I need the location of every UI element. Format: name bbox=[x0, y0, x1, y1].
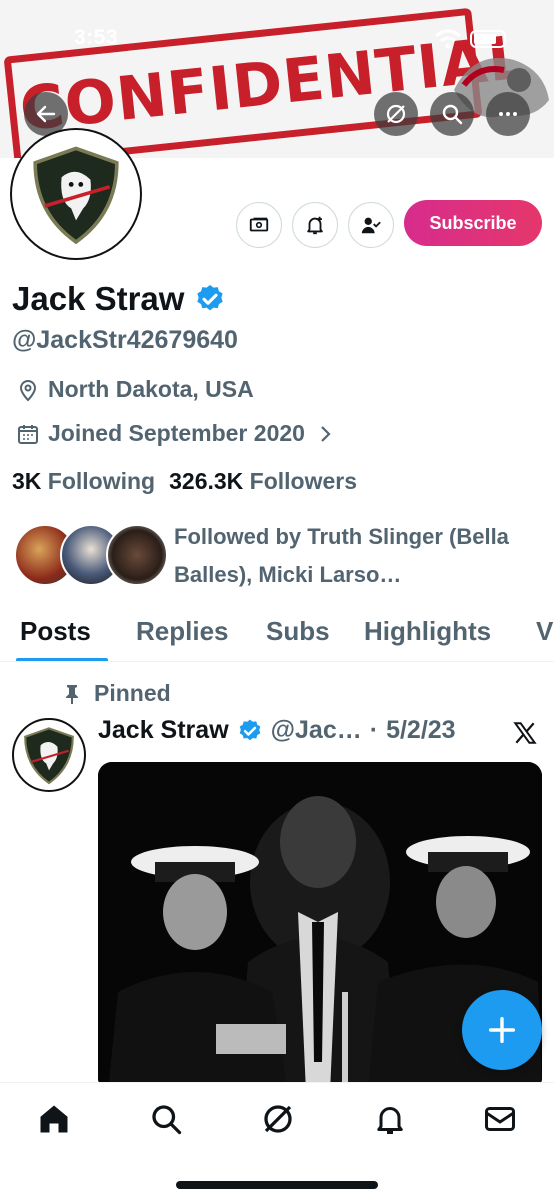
tip-button[interactable] bbox=[236, 202, 282, 248]
follower-avatar bbox=[106, 524, 168, 586]
joined-text: Joined September 2020 bbox=[48, 420, 305, 446]
pinned-text: Pinned bbox=[94, 680, 171, 706]
post-separator: · bbox=[369, 716, 379, 744]
verified-badge-icon[interactable] bbox=[194, 283, 226, 315]
active-tab-indicator bbox=[16, 658, 108, 661]
joined-row[interactable]: Joined September 2020 bbox=[16, 420, 337, 447]
compose-post-button[interactable] bbox=[462, 990, 542, 1070]
post-header: Jack Straw @Jac… · 5/2/23 bbox=[98, 716, 456, 745]
followed-by-avatars[interactable] bbox=[14, 524, 168, 588]
profile-name: Jack Straw bbox=[12, 280, 185, 317]
grok-button[interactable] bbox=[374, 92, 418, 136]
following-count: 3K bbox=[12, 468, 42, 494]
post-date[interactable]: 5/2/23 bbox=[386, 716, 456, 745]
ghost-shield-logo bbox=[33, 146, 119, 245]
tab-replies[interactable]: Replies bbox=[136, 616, 229, 647]
verified-badge-icon bbox=[239, 719, 260, 740]
ghost-shield-logo bbox=[24, 727, 74, 785]
tab-posts[interactable]: Posts bbox=[20, 616, 91, 647]
slash-circle-icon bbox=[264, 1105, 292, 1133]
profile-name-row: Jack Straw bbox=[12, 280, 226, 318]
home-indicator bbox=[176, 1181, 378, 1189]
arrow-left-icon bbox=[36, 105, 56, 123]
followed-by-text[interactable]: Followed by Truth Slinger (Bella Balles)… bbox=[174, 518, 544, 594]
tab-subs[interactable]: Subs bbox=[266, 616, 330, 647]
plus-icon bbox=[488, 1016, 516, 1044]
pinned-label-row: Pinned bbox=[62, 680, 171, 707]
money-icon bbox=[249, 217, 269, 232]
wifi-icon bbox=[435, 29, 461, 49]
mail-icon bbox=[485, 1107, 515, 1131]
nav-messages[interactable] bbox=[482, 1101, 518, 1137]
back-button[interactable] bbox=[24, 92, 68, 136]
more-button[interactable] bbox=[486, 92, 530, 136]
bottom-nav bbox=[0, 1082, 554, 1200]
following-button[interactable] bbox=[348, 202, 394, 248]
post-author-name[interactable]: Jack Straw bbox=[98, 716, 229, 745]
location-text: North Dakota, USA bbox=[48, 376, 254, 402]
nav-grok[interactable] bbox=[260, 1101, 296, 1137]
followers-link[interactable]: 326.3K Followers bbox=[169, 468, 357, 495]
nav-search[interactable] bbox=[148, 1101, 184, 1137]
nav-notifications[interactable] bbox=[372, 1101, 408, 1137]
tab-highlights[interactable]: Highlights bbox=[364, 616, 491, 647]
search-icon bbox=[442, 104, 463, 125]
home-icon bbox=[40, 1105, 68, 1133]
subscribe-button[interactable]: Subscribe bbox=[404, 200, 542, 246]
followers-label: Followers bbox=[249, 468, 358, 494]
person-check-icon bbox=[361, 217, 381, 234]
chevron-right-icon bbox=[321, 425, 331, 442]
location-pin-icon bbox=[19, 379, 37, 401]
search-icon bbox=[152, 1105, 182, 1135]
search-button[interactable] bbox=[430, 92, 474, 136]
following-link[interactable]: 3K Following bbox=[12, 468, 155, 495]
profile-avatar[interactable] bbox=[12, 130, 140, 258]
location-row: North Dakota, USA bbox=[16, 376, 254, 403]
x-logo-icon bbox=[513, 722, 537, 744]
followers-count: 326.3K bbox=[169, 468, 244, 494]
calendar-icon bbox=[18, 424, 38, 444]
battery-icon bbox=[470, 30, 506, 48]
slash-circle-icon bbox=[386, 104, 406, 124]
more-horizontal-icon bbox=[499, 112, 517, 116]
pin-icon bbox=[66, 684, 78, 704]
notify-button[interactable] bbox=[292, 202, 338, 248]
follow-stats: 3K Following 326.3K Followers bbox=[12, 468, 357, 495]
bell-plus-icon bbox=[307, 216, 323, 235]
following-label: Following bbox=[47, 468, 156, 494]
bell-icon bbox=[377, 1107, 403, 1134]
status-bar-time: 3:53 bbox=[74, 26, 119, 49]
profile-handle: @JackStr42679640 bbox=[12, 326, 238, 354]
profile-tabs: Posts Replies Subs Highlights V bbox=[0, 606, 554, 662]
tab-videos[interactable]: V bbox=[536, 616, 553, 647]
post-author-handle[interactable]: @Jac… bbox=[271, 716, 362, 745]
post-author-avatar[interactable] bbox=[12, 718, 86, 792]
nav-home[interactable] bbox=[36, 1101, 72, 1137]
